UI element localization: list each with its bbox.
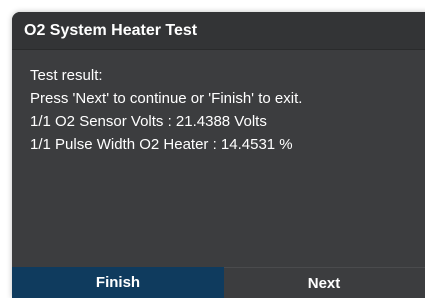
- pulse-width-reading: 1/1 Pulse Width O2 Heater : 14.4531 %: [30, 136, 293, 153]
- o2-heater-test-dialog: O2 System Heater Test Test result: Press…: [12, 12, 425, 298]
- dialog-button-bar: Finish Next: [12, 267, 425, 298]
- dialog-title-bar: O2 System Heater Test: [12, 12, 425, 50]
- dialog-title: O2 System Heater Test: [24, 21, 198, 39]
- o2-sensor-volts-reading: 1/1 O2 Sensor Volts : 21.4388 Volts: [30, 113, 267, 130]
- finish-button[interactable]: Finish: [12, 267, 224, 298]
- instruction-text: Press 'Next' to continue or 'Finish' to …: [30, 90, 303, 107]
- result-heading: Test result:: [30, 67, 103, 84]
- next-button[interactable]: Next: [224, 267, 425, 298]
- dialog-content: Test result: Press 'Next' to continue or…: [12, 50, 425, 267]
